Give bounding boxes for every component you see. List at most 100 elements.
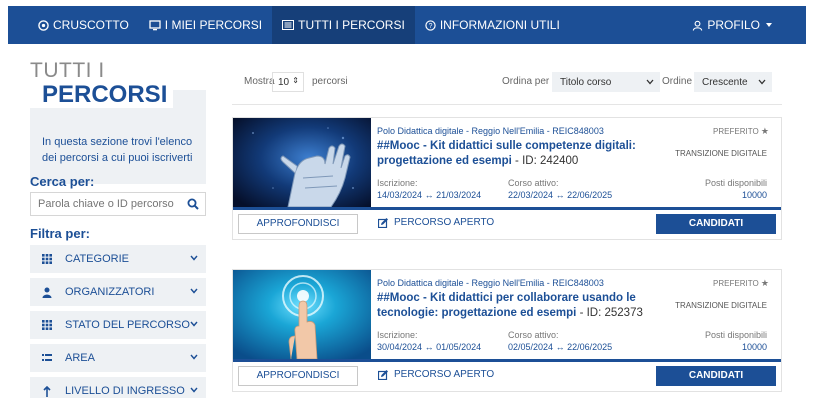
order-label: Ordine bbox=[662, 76, 693, 87]
list-icon bbox=[42, 354, 52, 361]
nav-informazioni-utili[interactable]: ? INFORMAZIONI UTILI bbox=[415, 6, 570, 44]
seats-value: 10000 bbox=[741, 342, 767, 352]
range-arrow-icon: ↔ bbox=[424, 190, 434, 200]
card-id: - ID: 252373 bbox=[576, 307, 643, 319]
grid-icon bbox=[42, 320, 52, 330]
details-button[interactable]: APPROFONDISCI bbox=[238, 214, 358, 234]
page-size-select[interactable]: 10 ⇕ bbox=[272, 72, 304, 92]
results-toolbar: Mostra 10 ⇕ percorsi Ordina per Titolo c… bbox=[240, 70, 782, 96]
page-title-line1: TUTTI I bbox=[30, 59, 105, 82]
chevron-down-icon bbox=[190, 321, 198, 327]
card-body: Polo Didattica digitale - Reggio Nell'Em… bbox=[377, 126, 777, 200]
svg-text:?: ? bbox=[428, 23, 432, 30]
card-title-text: ##Mooc - Kit didattici sulle competenze … bbox=[377, 140, 636, 167]
range-arrow-icon: ↔ bbox=[555, 342, 565, 352]
chevron-down-icon bbox=[190, 288, 198, 294]
sort-value: Titolo corso bbox=[560, 77, 612, 88]
enrollment-start: 30/04/2024 bbox=[377, 342, 423, 352]
card-category: TRANSIZIONE DIGITALE bbox=[675, 149, 767, 158]
chevron-down-icon bbox=[758, 79, 766, 85]
robot-hand-image bbox=[233, 118, 371, 207]
range-arrow-icon: ↔ bbox=[424, 342, 434, 352]
seats-label: Posti disponibili bbox=[704, 178, 767, 188]
search-label: Cerca per: bbox=[30, 174, 95, 189]
favorite-toggle[interactable]: PREFERITO ★ bbox=[713, 126, 769, 137]
intro-text: In questa sezione trovi l'elenco dei per… bbox=[42, 136, 193, 164]
active-start: 22/03/2024 bbox=[508, 190, 554, 200]
page-size-value: 10 bbox=[278, 77, 290, 88]
show-suffix: percorsi bbox=[312, 76, 348, 87]
nav-label: INFORMAZIONI UTILI bbox=[439, 18, 560, 32]
nav-i-miei-percorsi[interactable]: I MIEI PERCORSI bbox=[139, 6, 272, 44]
card-actions: APPROFONDISCI PERCORSO APERTO CANDIDATI bbox=[233, 362, 781, 392]
seats-value: 10000 bbox=[741, 190, 767, 200]
filter-label-text: AREA bbox=[65, 352, 95, 364]
sort-select[interactable]: Titolo corso bbox=[552, 72, 660, 92]
details-button[interactable]: APPROFONDISCI bbox=[238, 366, 358, 386]
list-icon bbox=[282, 20, 295, 30]
card-actions: APPROFONDISCI PERCORSO APERTO CANDIDATI bbox=[233, 210, 781, 240]
chevron-down-icon bbox=[190, 354, 198, 360]
nav-profile[interactable]: PROFILO bbox=[682, 6, 782, 44]
filter-label-text: LIVELLO DI INGRESSO bbox=[65, 385, 185, 397]
arrow-up-icon bbox=[43, 385, 51, 397]
enrollment-label: Iscrizione: bbox=[377, 178, 418, 188]
page-title-line2: PERCORSI bbox=[30, 82, 168, 108]
user-icon bbox=[42, 287, 52, 298]
search-icon[interactable] bbox=[187, 198, 199, 210]
nav-label: TUTTI I PERCORSI bbox=[298, 18, 405, 32]
edit-icon bbox=[378, 369, 388, 380]
nav-cruscotto[interactable]: CRUSCOTTO bbox=[8, 6, 139, 44]
chevron-down-icon bbox=[190, 255, 198, 261]
chevron-down-icon bbox=[646, 79, 654, 85]
filter-label: Filtra per: bbox=[30, 226, 90, 241]
apply-button[interactable]: CANDIDATI bbox=[656, 214, 776, 234]
nav-label: I MIEI PERCORSI bbox=[164, 18, 263, 32]
order-select[interactable]: Crescente bbox=[694, 72, 772, 92]
card-title[interactable]: ##Mooc - Kit didattici per collaborare u… bbox=[377, 291, 667, 321]
course-card: Polo Didattica digitale - Reggio Nell'Em… bbox=[232, 117, 782, 240]
filter-area[interactable]: AREA bbox=[30, 344, 206, 372]
star-icon: ★ bbox=[760, 278, 769, 288]
card-title[interactable]: ##Mooc - Kit didattici sulle competenze … bbox=[377, 139, 667, 169]
sort-label: Ordina per bbox=[502, 76, 550, 87]
active-label: Corso attivo: bbox=[508, 178, 559, 188]
apply-button[interactable]: CANDIDATI bbox=[656, 366, 776, 386]
seats-label: Posti disponibili bbox=[704, 330, 767, 340]
status-label: PERCORSO APERTO bbox=[394, 217, 495, 228]
touch-finger-image bbox=[233, 270, 371, 359]
active-start: 02/05/2024 bbox=[508, 342, 554, 352]
chevron-down-icon bbox=[190, 387, 198, 393]
status-label: PERCORSO APERTO bbox=[394, 369, 495, 380]
filter-livello-ingresso[interactable]: LIVELLO DI INGRESSO bbox=[30, 377, 206, 398]
filter-stato-percorso[interactable]: STATO DEL PERCORSO bbox=[30, 311, 206, 339]
filter-label-text: STATO DEL PERCORSO bbox=[65, 319, 190, 331]
filter-categorie[interactable]: CATEGORIE bbox=[30, 245, 206, 273]
range-arrow-icon: ↔ bbox=[555, 190, 565, 200]
sidebar: In questa sezione trovi l'elenco dei per… bbox=[30, 59, 206, 398]
divider bbox=[232, 104, 782, 105]
help-circle-icon: ? bbox=[425, 19, 436, 31]
profile-label: PROFILO bbox=[707, 18, 760, 32]
active-end: 22/06/2025 bbox=[567, 342, 613, 352]
enrollment-end: 21/03/2024 bbox=[436, 190, 482, 200]
favorite-toggle[interactable]: PREFERITO ★ bbox=[713, 278, 769, 289]
active-label: Corso attivo: bbox=[508, 330, 559, 340]
card-body: Polo Didattica digitale - Reggio Nell'Em… bbox=[377, 278, 777, 352]
sort-arrows-icon: ⇕ bbox=[292, 76, 299, 85]
favorite-label: PREFERITO bbox=[713, 127, 759, 136]
card-category: TRANSIZIONE DIGITALE bbox=[675, 301, 767, 310]
search-input[interactable] bbox=[31, 198, 181, 210]
favorite-label: PREFERITO bbox=[713, 279, 759, 288]
search-box bbox=[30, 192, 206, 216]
filter-organizzatori[interactable]: ORGANIZZATORI bbox=[30, 278, 206, 306]
monitor-icon bbox=[149, 19, 161, 30]
card-id: - ID: 242400 bbox=[511, 155, 579, 167]
grid-icon bbox=[42, 254, 52, 264]
nav-tutti-i-percorsi[interactable]: TUTTI I PERCORSI bbox=[272, 6, 415, 44]
filter-label-text: CATEGORIE bbox=[65, 253, 129, 265]
show-label: Mostra bbox=[244, 76, 275, 87]
caret-down-icon bbox=[766, 23, 772, 27]
star-icon: ★ bbox=[760, 126, 769, 136]
edit-icon bbox=[378, 217, 388, 228]
